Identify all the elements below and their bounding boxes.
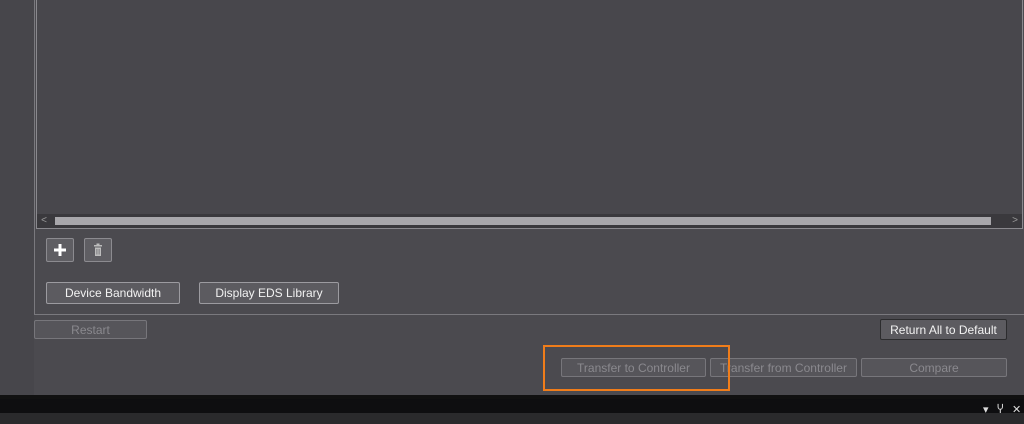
left-panel-edge [0, 0, 34, 395]
bottom-docked-pane: ▾ Ⴤ ✕ [0, 395, 1024, 424]
add-button[interactable] [46, 238, 74, 262]
compare-button[interactable]: Compare [861, 358, 1007, 377]
delete-button[interactable] [84, 238, 112, 262]
pin-icon[interactable]: Ⴤ [997, 405, 1004, 416]
device-list[interactable]: < > [36, 0, 1023, 229]
display-eds-library-button[interactable]: Display EDS Library [199, 282, 339, 304]
close-icon[interactable]: ✕ [1012, 405, 1021, 416]
scroll-right-arrow[interactable]: > [1008, 214, 1022, 228]
pane-tabs [0, 413, 1024, 424]
scroll-left-arrow[interactable]: < [37, 214, 51, 228]
pane-tab-strip [0, 399, 1024, 413]
return-all-to-default-button[interactable]: Return All to Default [880, 319, 1007, 340]
transfer-from-controller-button[interactable]: Transfer from Controller [710, 358, 857, 377]
horizontal-scrollbar[interactable]: < > [37, 214, 1022, 228]
pane-dropdown-icon[interactable]: ▾ [983, 405, 989, 416]
highlight-box [543, 345, 730, 391]
restart-button[interactable]: Restart [34, 320, 147, 339]
device-bandwidth-button[interactable]: Device Bandwidth [46, 282, 180, 304]
trash-icon [94, 243, 102, 256]
plus-icon [54, 244, 66, 256]
scroll-thumb[interactable] [55, 217, 991, 225]
